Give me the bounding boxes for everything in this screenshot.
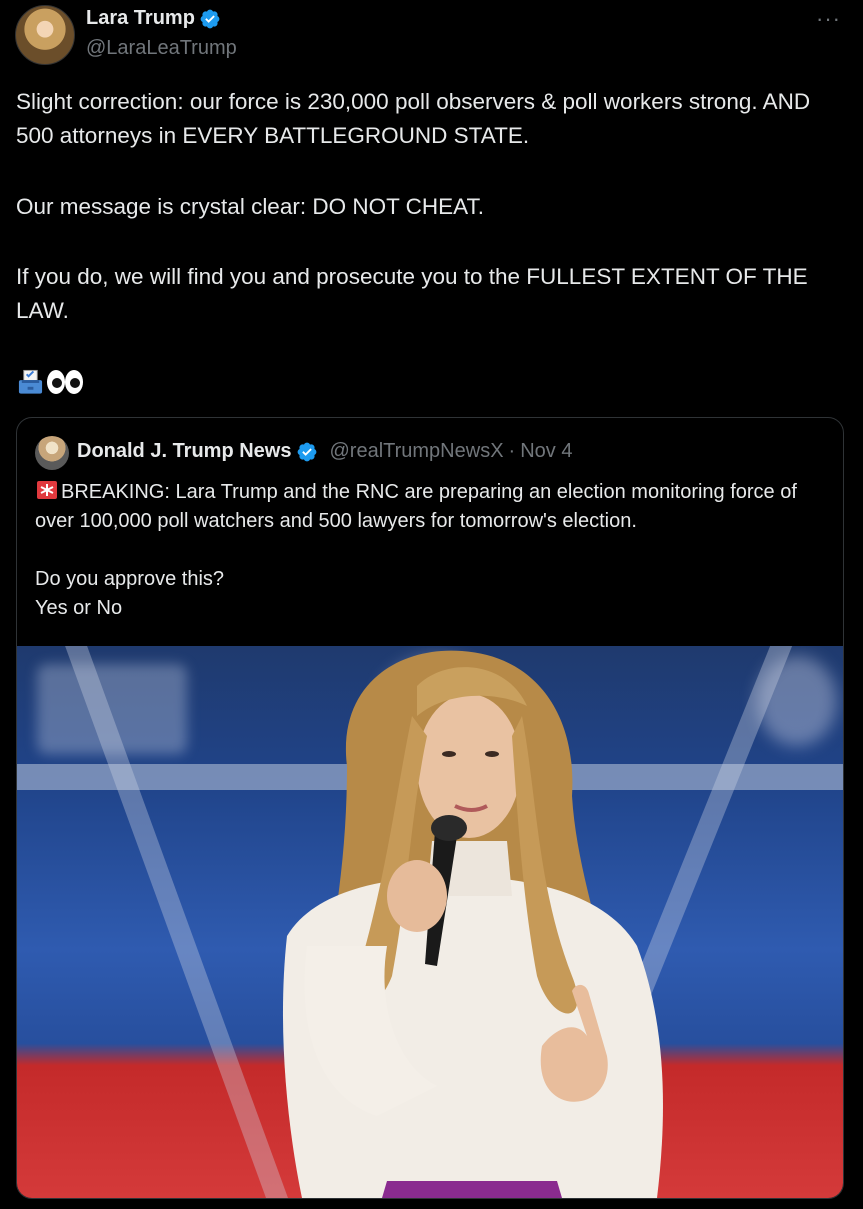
author-name-row: Lara Trump — [86, 7, 221, 30]
ballot-box-icon — [18, 369, 43, 394]
author-avatar[interactable] — [15, 5, 75, 65]
quoted-line-3: Yes or No — [35, 597, 123, 619]
tweet-paragraph-1: Slight correction: our force is 230,000 … — [16, 85, 846, 153]
tweet: Lara Trump @LaraLeaTrump ··· Slight corr… — [0, 0, 863, 1209]
tweet-paragraph-3: If you do, we will find you and prosecut… — [16, 260, 846, 328]
verified-badge-icon — [200, 9, 220, 28]
quoted-separator: · — [508, 440, 516, 462]
author-display-name[interactable]: Lara Trump — [86, 7, 195, 30]
tweet-text-2: Our message is crystal clear: DO NOT CHE… — [16, 194, 485, 219]
more-options-icon[interactable]: ··· — [816, 6, 841, 32]
quoted-display-name[interactable]: Donald J. Trump News — [77, 440, 291, 463]
quoted-header: Donald J. Trump News @realTrumpNewsX · N… — [77, 440, 572, 463]
emoji-row — [17, 368, 84, 396]
tweet-text-1: Slight correction: our force is 230,000 … — [16, 89, 811, 148]
quoted-line-2: Do you approve this? — [35, 568, 225, 590]
quoted-tweet-card[interactable]: Donald J. Trump News @realTrumpNewsX · N… — [16, 417, 844, 1199]
author-handle[interactable]: @LaraLeaTrump — [86, 37, 237, 60]
quoted-text: BREAKING: Lara Trump and the RNC are pre… — [35, 478, 825, 623]
quoted-verified-badge-icon — [298, 442, 317, 461]
quoted-media-photo[interactable] — [17, 646, 843, 1198]
speaker-figure — [282, 650, 663, 1198]
quoted-line-1: BREAKING: Lara Trump and the RNC are pre… — [35, 478, 825, 536]
quoted-author-avatar[interactable] — [35, 436, 69, 470]
siren-icon — [37, 481, 57, 499]
tweet-paragraph-2: Our message is crystal clear: DO NOT CHE… — [16, 190, 484, 224]
eyes-icon — [47, 370, 83, 394]
quoted-date[interactable]: Nov 4 — [520, 440, 572, 463]
quoted-handle[interactable]: @realTrumpNewsX — [329, 440, 503, 463]
quoted-line-1-text: BREAKING: Lara Trump and the RNC are pre… — [35, 481, 797, 532]
tweet-text-3: If you do, we will find you and prosecut… — [16, 264, 808, 323]
